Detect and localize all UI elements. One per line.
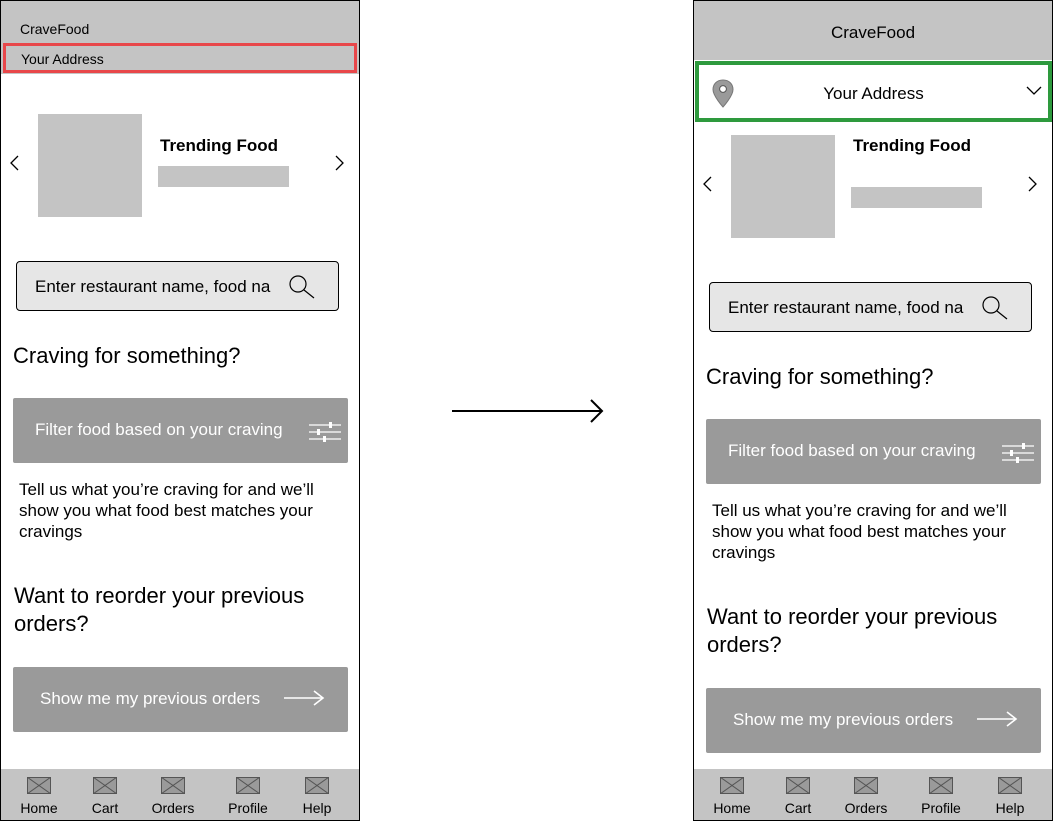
filter-button-label: Filter food based on your craving (728, 441, 976, 460)
nav-label: Cart (91, 800, 119, 816)
trending-subtitle-placeholder (851, 187, 982, 208)
nav-orders[interactable]: Orders (836, 777, 896, 816)
search-input[interactable]: Enter restaurant name, food na (16, 261, 339, 311)
nav-cart[interactable]: Cart (768, 777, 828, 816)
nav-cart[interactable]: Cart (75, 777, 135, 816)
filter-sliders-icon (309, 422, 341, 442)
craving-heading: Craving for something? (13, 343, 241, 368)
search-input[interactable]: Enter restaurant name, food na (709, 282, 1032, 332)
reorder-heading: Want to reorder your previous orders? (707, 604, 998, 657)
arrow-right-icon (284, 690, 325, 706)
nav-home[interactable]: Home (702, 777, 762, 816)
address-bar[interactable]: Your Address (3, 43, 357, 73)
image-placeholder-icon (305, 777, 329, 794)
image-placeholder-icon (27, 777, 51, 794)
chevron-down-icon (1026, 86, 1042, 95)
app-title: CraveFood (20, 21, 90, 37)
nav-label: Cart (784, 800, 812, 816)
transition-arrow-icon (452, 399, 604, 423)
search-placeholder: Enter restaurant name, food na (35, 277, 271, 296)
bottom-nav: Home Cart Orders Profile Help (1, 769, 359, 820)
craving-description: Tell us what you’re craving for and we’l… (712, 501, 1007, 562)
previous-orders-button[interactable]: Show me my previous orders (706, 688, 1041, 753)
nav-home[interactable]: Home (9, 777, 69, 816)
search-icon (289, 275, 315, 299)
app-title: CraveFood (830, 23, 916, 42)
image-placeholder-icon (854, 777, 878, 794)
address-selector[interactable]: Your Address (695, 61, 1052, 122)
image-placeholder-icon (998, 777, 1022, 794)
trending-title: Trending Food (160, 136, 279, 155)
image-placeholder-icon (236, 777, 260, 794)
address-label: Your Address (21, 51, 104, 67)
nav-label: Orders (151, 800, 195, 816)
craving-heading: Craving for something? (706, 364, 934, 389)
trending-food-image[interactable] (38, 114, 142, 217)
nav-label: Orders (844, 800, 888, 816)
nav-profile[interactable]: Profile (911, 777, 971, 816)
phone-before: CraveFood Your Address Trending Food Ent… (0, 0, 360, 821)
chevron-left-icon[interactable] (701, 175, 713, 193)
chevron-left-icon[interactable] (8, 154, 20, 172)
reorder-heading: Want to reorder your previous orders? (14, 583, 305, 636)
nav-help[interactable]: Help (980, 777, 1040, 816)
nav-help[interactable]: Help (287, 777, 347, 816)
nav-label: Home (713, 800, 751, 816)
image-placeholder-icon (929, 777, 953, 794)
address-label: Your Address (823, 84, 924, 103)
nav-label: Profile (228, 800, 268, 816)
nav-label: Profile (921, 800, 961, 816)
image-placeholder-icon (161, 777, 185, 794)
nav-label: Home (20, 800, 58, 816)
image-placeholder-icon (93, 777, 117, 794)
previous-orders-label: Show me my previous orders (733, 710, 954, 729)
craving-description: Tell us what you’re craving for and we’l… (19, 480, 314, 541)
image-placeholder-icon (720, 777, 744, 794)
search-placeholder: Enter restaurant name, food na (728, 298, 964, 317)
image-placeholder-icon (786, 777, 810, 794)
trending-title: Trending Food (853, 136, 972, 155)
filter-button[interactable]: Filter food based on your craving (706, 419, 1041, 484)
bottom-nav: Home Cart Orders Profile Help (694, 769, 1052, 820)
previous-orders-button[interactable]: Show me my previous orders (13, 667, 348, 732)
chevron-right-icon[interactable] (334, 154, 346, 172)
trending-food-image[interactable] (731, 135, 835, 238)
chevron-right-icon[interactable] (1027, 175, 1039, 193)
arrow-right-icon (977, 711, 1018, 727)
trending-subtitle-placeholder (158, 166, 289, 187)
nav-label: Help (995, 800, 1025, 816)
previous-orders-label: Show me my previous orders (40, 689, 261, 708)
search-icon (982, 296, 1008, 320)
phone-after: CraveFood Your Address Trending Food Ent… (693, 0, 1053, 821)
filter-button-label: Filter food based on your craving (35, 420, 283, 439)
filter-button[interactable]: Filter food based on your craving (13, 398, 348, 463)
nav-label: Help (302, 800, 332, 816)
nav-profile[interactable]: Profile (218, 777, 278, 816)
filter-sliders-icon (1002, 443, 1034, 463)
nav-orders[interactable]: Orders (143, 777, 203, 816)
